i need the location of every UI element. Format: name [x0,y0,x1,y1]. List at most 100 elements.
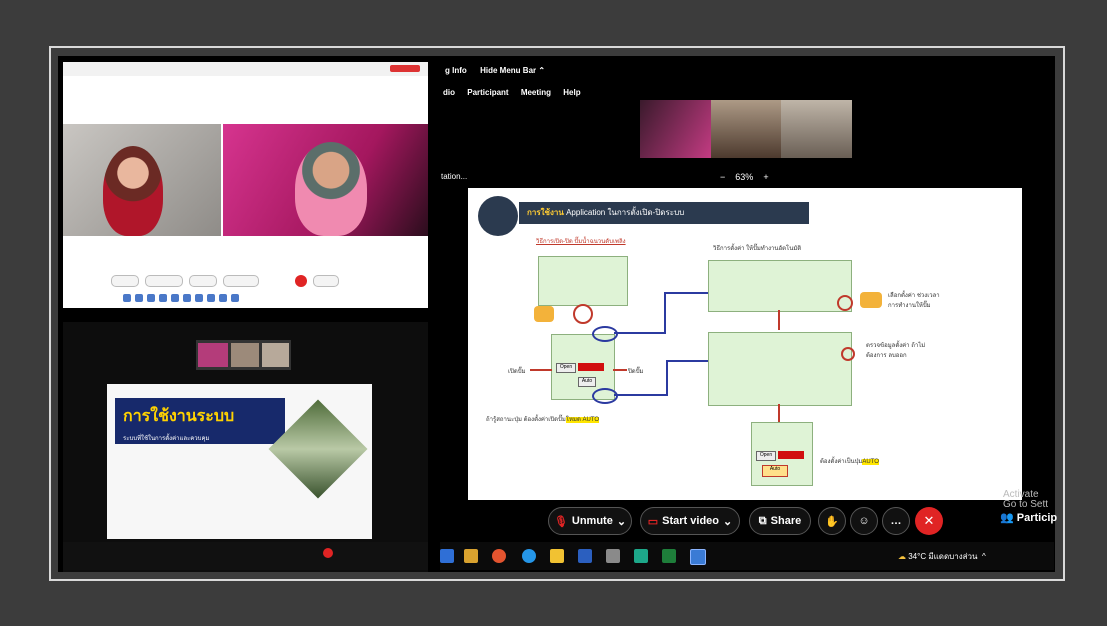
taskbar-icon[interactable] [159,294,167,302]
taskbar-app-icon[interactable] [440,549,454,563]
highlight-circle [841,347,855,361]
chevron-up-icon[interactable]: ⌃ [538,66,545,75]
hand-pointer-icon [860,292,882,308]
status-indicator-red [578,363,604,371]
chevron-down-icon [573,304,593,324]
chevron-down-icon[interactable]: ⌄ [723,515,732,528]
shared-slide-small: การใช้งานระบบ ระบบที่ใช้ในการตั้งค่าและค… [107,384,372,539]
top-left-meeting-window[interactable] [63,62,428,308]
taskbar-app-icon[interactable] [464,549,478,563]
participant-tile-2[interactable] [710,100,782,158]
share-button-small[interactable] [189,275,217,287]
bottom-left-meeting-window[interactable]: การใช้งานระบบ ระบบที่ใช้ในการตั้งค่าและค… [63,322,428,572]
taskbar-small [123,294,363,304]
taskbar-icon[interactable] [183,294,191,302]
word-icon[interactable] [578,549,592,563]
taskbar-icon[interactable] [219,294,227,302]
end-call-button-small[interactable] [323,548,333,558]
unmute-button[interactable]: 🎙 Unmute ⌄ [548,507,632,535]
menu-participant[interactable]: Participant [467,88,508,97]
meeting-info-label[interactable]: g Info [445,66,467,75]
apps-button-small[interactable] [313,275,339,287]
status-indicator-red [778,451,804,459]
zoom-out-button[interactable]: − [720,172,725,182]
hand-pointer-icon [534,306,554,322]
auto-button-highlighted: Auto [762,465,788,477]
meeting-info-bar: g Info Hide Menu Bar ⌃ [445,66,545,75]
thumbnail [198,343,228,367]
webex-icon[interactable] [690,549,706,565]
connector-arrow [614,394,668,396]
slide-title-box: การใช้งานระบบ ระบบที่ใช้ในการตั้งค่าและค… [115,398,285,444]
participant-2-figure [295,142,367,236]
weather-text: 34°C มีแดดบางส่วน [908,552,978,561]
final-note: ต้องตั้งค่าเป็นปุ่มAUTO [820,456,879,466]
participant-video-1[interactable] [63,124,221,236]
participants-button[interactable]: 👥 Particip [1000,511,1057,524]
start-video-button[interactable]: ▭ Start video ⌄ [640,507,740,535]
end-call-button[interactable]: ✕ [915,507,943,535]
record-button-small[interactable] [223,275,259,287]
end-call-button-small[interactable] [295,275,307,287]
open-pump-label: เปิดปั๊ม [508,369,526,375]
thumbnail [262,343,289,367]
reactions-button[interactable]: ☺ [850,507,878,535]
close-pump-label: ปิดปั๊ม [628,369,644,375]
more-options-button[interactable]: … [882,507,910,535]
step1-label: วิธีการเปิด-ปิด ปั๊มน้ำฉนวนดับเพลิง [536,239,626,245]
participant-1-figure [103,146,163,236]
edge-icon[interactable] [522,549,536,563]
share-label: Share [770,515,802,527]
connector-arrow [666,360,668,396]
arrow-open [530,369,552,371]
participant-tile-1[interactable] [640,100,711,158]
taskbar-icon[interactable] [207,294,215,302]
share-button[interactable]: ⧉ Share [749,507,811,535]
connector-arrow [664,292,708,294]
sun-cloud-icon: ☁ [898,552,906,561]
taskbar-icon[interactable] [123,294,131,302]
chevron-up-icon[interactable]: ^ [982,552,986,561]
chrome-icon[interactable] [492,549,506,563]
zoom-in-button[interactable]: + [763,172,768,182]
arrow-down [778,310,780,330]
participant-video-2[interactable] [223,124,428,236]
unmute-label: Unmute [571,515,613,527]
excel-icon[interactable] [662,549,676,563]
hide-menu-bar-button[interactable]: Hide Menu Bar [480,66,536,75]
close-icon: ✕ [923,513,935,528]
menu-help[interactable]: Help [563,88,580,97]
hand-icon: ✋ [825,515,839,528]
more-icon: … [890,515,902,527]
sharing-label: tation... [441,172,468,181]
mute-button-small[interactable] [111,275,139,287]
taskbar-icon[interactable] [135,294,143,302]
highlight-circle [592,388,618,404]
video-button-small[interactable] [145,275,183,287]
open-button: Open [756,451,776,461]
slide-header-text: Application ในการตั้งเปิด-ปิดระบบ [566,208,685,217]
menu-meeting[interactable]: Meeting [521,88,551,97]
participant-tile-3[interactable] [781,100,853,158]
raise-hand-button[interactable]: ✋ [818,507,846,535]
taskbar-icon[interactable] [147,294,155,302]
weather-widget[interactable]: ☁ 34°C มีแดดบางส่วน ^ [898,550,986,563]
connector-arrow [664,292,666,334]
slide-header: การใช้งาน Application ในการตั้งเปิด-ปิดร… [519,202,809,224]
menu-audio[interactable]: dio [443,88,455,97]
right-note-1: เลือกตั้งค่า ช่วงเวลาการทำงานให้ปั๊ม [888,293,940,309]
chevron-down-icon[interactable]: ⌄ [617,515,626,528]
taskbar-icon[interactable] [171,294,179,302]
slide-title: การใช้งานระบบ [123,408,235,425]
taskbar-icon[interactable] [231,294,239,302]
participants-label: Particip [1016,512,1058,524]
watermark-line-2: Go to Sett [1003,499,1049,510]
connector-arrow [614,332,666,334]
taskbar-icon[interactable] [195,294,203,302]
taskbar-app-icon[interactable] [634,549,648,563]
folder-icon[interactable] [550,549,564,563]
bottom-note-auto: โหมด AUTO [565,417,600,423]
slide-header-bold: การใช้งาน [527,208,564,217]
taskbar-app-icon[interactable] [606,549,620,563]
smiley-icon: ☺ [858,515,870,527]
